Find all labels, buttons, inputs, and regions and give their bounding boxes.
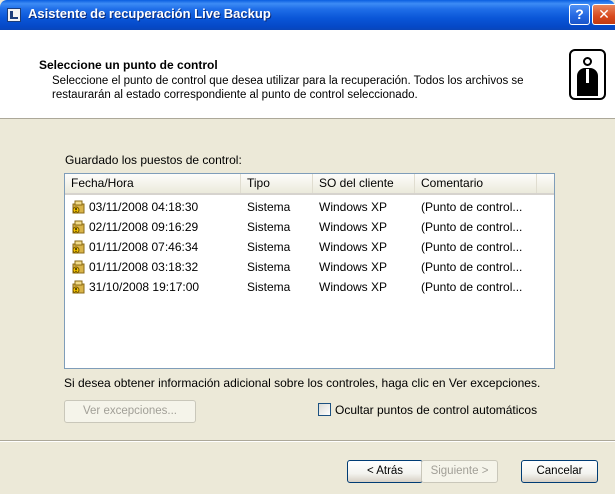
cell-comment: (Punto de control... — [421, 240, 523, 254]
list-header: Fecha/Hora Tipo SO del cliente Comentari… — [65, 174, 554, 195]
cancel-button[interactable]: Cancelar — [521, 460, 598, 483]
help-button[interactable]: ? — [569, 4, 590, 25]
close-button[interactable]: ✕ — [592, 4, 615, 25]
cell-date: 31/10/2008 19:17:00 — [89, 280, 200, 294]
table-row[interactable]: 03/11/2008 04:18:30 Sistema Windows XP (Pun… — [65, 197, 554, 217]
cell-type: Sistema — [247, 280, 291, 294]
step-description: Seleccione el punto de control que desea… — [52, 75, 524, 101]
cell-comment: (Punto de control... — [421, 280, 523, 294]
window-title: Asistente de recuperación Live Backup — [28, 6, 271, 21]
column-header-comment[interactable]: Comentario — [415, 174, 537, 193]
column-header-type[interactable]: Tipo — [241, 174, 313, 193]
cell-os: Windows XP — [319, 240, 388, 254]
cell-type: Sistema — [247, 200, 291, 214]
cell-comment: (Punto de control... — [421, 260, 523, 274]
recovery-wizard-window: Asistente de recuperación Live Backup ? … — [0, 0, 615, 494]
hide-auto-checkbox[interactable] — [318, 403, 331, 416]
checkpoint-icon — [71, 279, 87, 295]
hide-auto-checkpoints-option[interactable]: Ocultar puntos de control automáticos — [318, 403, 537, 417]
app-icon — [7, 8, 21, 22]
table-row[interactable]: 02/11/2008 09:16:29 Sistema Windows XP (Pun… — [65, 217, 554, 237]
cell-comment: (Punto de control... — [421, 200, 523, 214]
cell-type: Sistema — [247, 240, 291, 254]
next-button[interactable]: Siguiente > — [421, 460, 498, 483]
cell-os: Windows XP — [319, 260, 388, 274]
wizard-header: Seleccione un punto de control Seleccion… — [0, 30, 615, 119]
back-button[interactable]: < Atrás — [347, 460, 423, 483]
cell-os: Windows XP — [319, 200, 388, 214]
column-header-os[interactable]: SO del cliente — [313, 174, 415, 193]
cell-comment: (Punto de control... — [421, 220, 523, 234]
hide-auto-label: Ocultar puntos de control automáticos — [335, 403, 538, 417]
table-row[interactable]: 01/11/2008 07:46:34 Sistema Windows XP (Pun… — [65, 237, 554, 257]
view-exceptions-button[interactable]: Ver excepciones... — [64, 400, 196, 423]
checkpoints-label: Guardado los puestos de control: — [65, 153, 242, 167]
separator — [0, 440, 615, 442]
checkpoint-icon — [71, 259, 87, 275]
cell-os: Windows XP — [319, 280, 388, 294]
table-row[interactable]: 01/11/2008 03:18:32 Sistema Windows XP (Pun… — [65, 257, 554, 277]
checkpoint-icon — [71, 219, 87, 235]
info-text: Si desea obtener información adicional s… — [64, 376, 541, 390]
column-header-date[interactable]: Fecha/Hora — [65, 174, 241, 193]
list-body: 03/11/2008 04:18:30 Sistema Windows XP (Pun… — [65, 197, 554, 297]
checkpoint-icon — [71, 199, 87, 215]
wizard-logo-icon — [569, 49, 606, 100]
cell-date: 01/11/2008 03:18:32 — [89, 260, 199, 274]
cell-type: Sistema — [247, 260, 291, 274]
cell-date: 01/11/2008 07:46:34 — [89, 240, 199, 254]
checkpoint-icon — [71, 239, 87, 255]
step-title: Seleccione un punto de control — [39, 58, 218, 72]
title-bar[interactable]: Asistente de recuperación Live Backup ? … — [0, 0, 615, 30]
checkpoints-list[interactable]: Fecha/Hora Tipo SO del cliente Comentari… — [64, 173, 555, 369]
cell-date: 03/11/2008 04:18:30 — [89, 200, 199, 214]
cell-os: Windows XP — [319, 220, 388, 234]
cell-type: Sistema — [247, 220, 291, 234]
cell-date: 02/11/2008 09:16:29 — [89, 220, 199, 234]
table-row[interactable]: 31/10/2008 19:17:00 Sistema Windows XP (Pun… — [65, 277, 554, 297]
